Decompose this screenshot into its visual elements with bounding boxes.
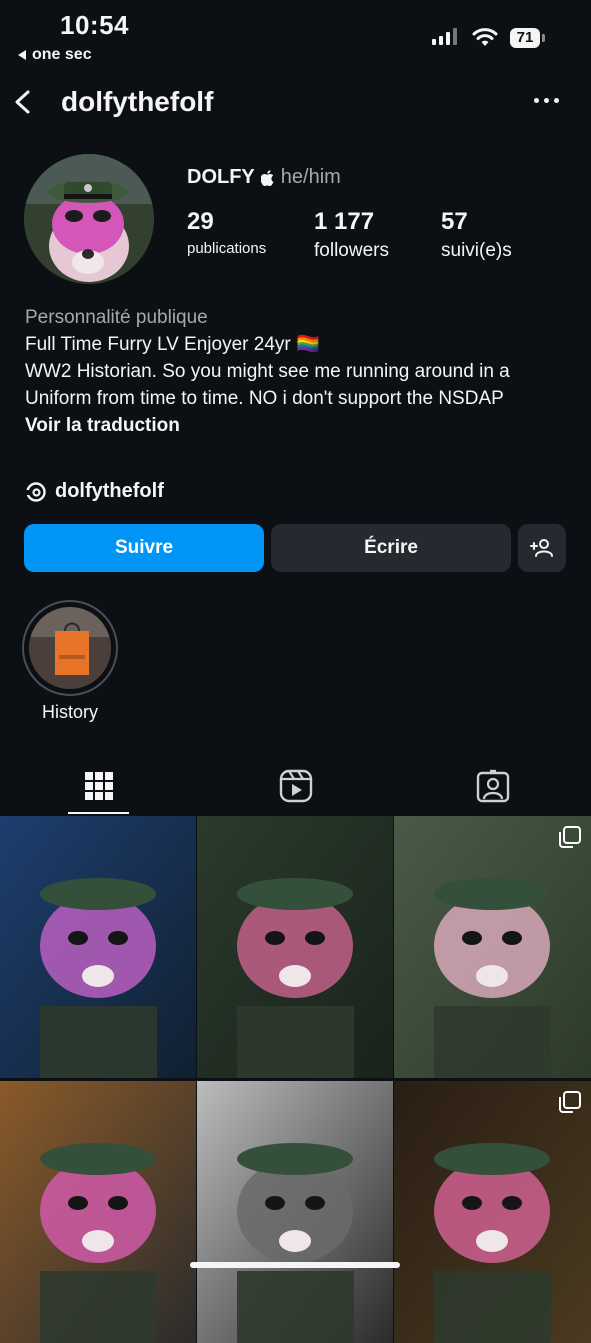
stat-label: publications: [187, 240, 267, 257]
suggest-user-button[interactable]: [518, 524, 566, 572]
carousel-icon: [559, 1091, 581, 1113]
carousel-icon: [559, 826, 581, 848]
battery-icon: 71: [510, 28, 540, 48]
message-button[interactable]: Écrire: [271, 524, 511, 572]
bio: Personnalité publique Full Time Furry LV…: [25, 304, 570, 439]
back-chevron-icon[interactable]: [12, 90, 36, 114]
status-time: 10:54: [60, 10, 129, 40]
post-image: [0, 1081, 196, 1343]
stat-publications[interactable]: 29 publications: [187, 208, 266, 257]
follow-button[interactable]: Suivre: [24, 524, 264, 572]
stat-following[interactable]: 57 suivi(e)s: [441, 208, 512, 262]
display-name: DOLFY: [187, 166, 255, 188]
post-image: [394, 816, 591, 1078]
profile-header: dolfythefolf: [0, 78, 591, 134]
stat-value: 29: [187, 208, 214, 235]
stat-value: 57: [441, 208, 468, 235]
translate-link[interactable]: Voir la traduction: [25, 412, 570, 439]
bio-line: Full Time Furry LV Enjoyer 24yr 🏳️‍🌈: [25, 334, 320, 355]
wifi-icon: [472, 28, 498, 46]
home-indicator: [190, 1262, 400, 1268]
stat-label: suivi(e)s: [441, 240, 512, 261]
tagged-icon: [476, 769, 509, 803]
display-name-row: DOLFY he/him: [187, 166, 341, 189]
pronouns: he/him: [280, 166, 341, 188]
post-thumbnail[interactable]: [0, 1081, 196, 1343]
post-thumbnail[interactable]: [197, 816, 393, 1078]
cellular-signal-icon: [432, 28, 457, 45]
more-options-icon[interactable]: [534, 98, 559, 103]
bio-line: WW2 Historian. So you might see me runni…: [25, 361, 510, 409]
tab-tagged[interactable]: [394, 758, 591, 814]
avatar-image: [24, 154, 154, 284]
stat-label: followers: [314, 240, 389, 261]
stat-value: 1 177: [314, 208, 375, 235]
highlight-cover: [29, 607, 111, 689]
battery-tip: [542, 34, 545, 42]
post-thumbnail[interactable]: [197, 1081, 393, 1343]
highlight-label: History: [41, 702, 98, 722]
post-image: [197, 816, 393, 1078]
story-highlight[interactable]: [22, 600, 118, 696]
threads-icon: [25, 481, 46, 502]
back-app-label: one sec: [32, 46, 92, 63]
profile-tabs: [0, 758, 591, 814]
post-thumbnail[interactable]: [394, 1081, 591, 1343]
add-person-icon: [530, 539, 553, 557]
reels-icon: [279, 769, 312, 803]
threads-link[interactable]: dolfythefolf: [25, 480, 164, 503]
header-username: dolfythefolf: [61, 86, 214, 117]
back-to-app-link[interactable]: one sec: [18, 46, 92, 64]
stat-followers[interactable]: 1 177 followers: [314, 208, 389, 262]
profile-avatar[interactable]: [24, 154, 154, 284]
post-thumbnail[interactable]: [0, 816, 196, 1078]
back-triangle-icon: [18, 50, 26, 60]
apple-icon: [260, 169, 274, 186]
post-thumbnail[interactable]: [394, 816, 591, 1078]
post-image: [394, 1081, 591, 1343]
status-bar: 10:54 one sec 71: [0, 0, 591, 70]
grid-icon: [84, 772, 113, 800]
tab-reels[interactable]: [197, 758, 394, 814]
post-image: [197, 1081, 393, 1343]
post-image: [0, 816, 196, 1078]
threads-handle: dolfythefolf: [55, 480, 164, 502]
bio-category: Personnalité publique: [25, 307, 208, 328]
tab-posts-grid[interactable]: [0, 758, 197, 814]
active-tab-indicator: [68, 812, 129, 814]
